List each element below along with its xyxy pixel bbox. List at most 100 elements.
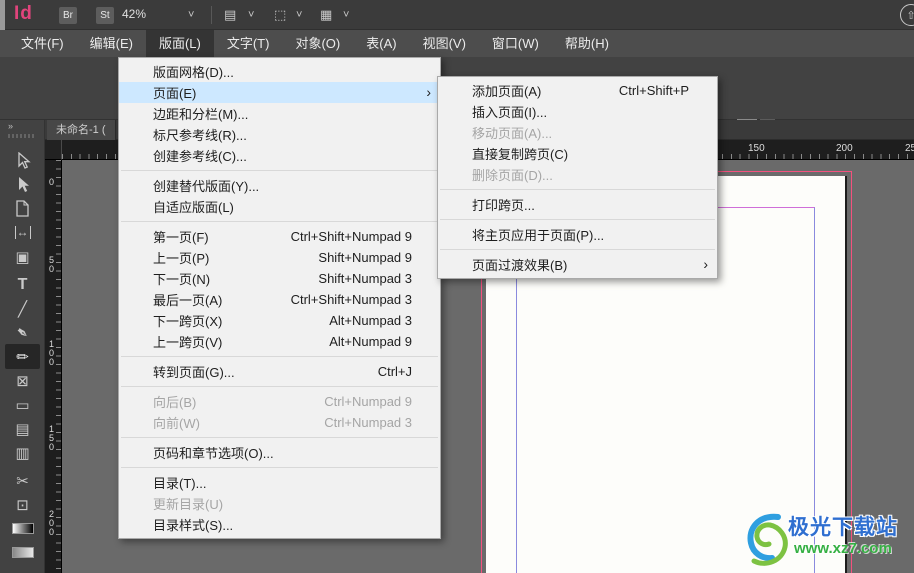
submenu-item-page-transitions[interactable]: 页面过渡效果(B) › [438,254,717,275]
gap-tool[interactable]: ↔ [5,220,40,245]
tools-panel-grip[interactable] [8,134,36,138]
v-ruler-label: 200 [48,509,54,537]
arrange-documents-icon[interactable]: ▦ [320,7,332,23]
menu-separator [121,437,438,438]
submenu-item-insert-pages[interactable]: 插入页面(I)... [438,101,717,122]
document-tab[interactable]: 未命名-1 ( [47,120,116,140]
line-tool[interactable]: ╱ [5,296,40,321]
v-ruler-label: 150 [48,424,54,452]
tools-panel: » ↔ ▣ T ╱ ✒ ✏ ⊠ ▭ ▤ ▥ ✂ ⊡ [0,120,45,573]
v-ruler-label: 0 [48,177,54,187]
menu-item-go-to-page[interactable]: 转到页面(G)... Ctrl+J [119,361,440,382]
menu-separator [440,249,715,250]
menu-item-layout-grid[interactable]: 版面网格(D)... [119,61,440,82]
menu-item-previous-spread[interactable]: 上一跨页(V) Alt+Numpad 9 [119,331,440,352]
menu-separator [121,356,438,357]
toolbar-divider [211,6,212,24]
submenu-item-delete-pages[interactable]: 删除页面(D)... [438,164,717,185]
menu-item-create-guides[interactable]: 创建参考线(C)... [119,145,440,166]
content-collector-tool[interactable]: ▣ [5,244,40,269]
v-ruler-label: 50 [48,255,54,274]
menu-separator [440,219,715,220]
gradient-feather-tool[interactable] [5,540,40,565]
menu-type[interactable]: 文字(T) [214,30,283,57]
submenu-item-move-pages[interactable]: 移动页面(A)... [438,122,717,143]
rectangle-tool[interactable]: ▭ [5,392,40,417]
menubar: 文件(F) 编辑(E) 版面(L) 文字(T) 对象(O) 表(A) 视图(V)… [0,30,914,57]
galaxy-swirl-logo-icon [747,513,788,566]
page-tool[interactable] [5,196,40,221]
submenu-item-duplicate-spread[interactable]: 直接复制跨页(C) [438,143,717,164]
submenu-arrow-icon: › [426,84,431,100]
menu-item-liquid-layout[interactable]: 自适应版面(L) [119,196,440,217]
menu-item-ruler-guides[interactable]: 标尺参考线(R)... [119,124,440,145]
note-tool[interactable]: ▬ [5,564,40,573]
submenu-item-print-spread[interactable]: 打印跨页... [438,194,717,215]
menu-view[interactable]: 视图(V) [410,30,479,57]
menu-item-numbering-section-options[interactable]: 页码和章节选项(O)... [119,442,440,463]
menu-item-table-of-contents-styles[interactable]: 目录样式(S)... [119,514,440,535]
menu-separator [440,189,715,190]
pages-submenu-popup: 添加页面(A) Ctrl+Shift+P 插入页面(I)... 移动页面(A).… [437,76,718,279]
menu-edit[interactable]: 编辑(E) [77,30,146,57]
menu-item-create-alternate-layout[interactable]: 创建替代版面(Y)... [119,175,440,196]
app-bar: Id Br St 42% ˅ ▤ ˅ ⬚ ˅ ▦ ˅ ⇧ [0,0,914,30]
menu-item-update-table-of-contents[interactable]: 更新目录(U) [119,493,440,514]
pencil-tool[interactable]: ✏ [5,344,40,369]
menu-item-table-of-contents[interactable]: 目录(T)... [119,472,440,493]
menu-window[interactable]: 窗口(W) [479,30,552,57]
menu-item-next-page[interactable]: 下一页(N) Shift+Numpad 3 [119,268,440,289]
direct-selection-tool[interactable] [5,172,40,197]
menu-table[interactable]: 表(A) [353,30,409,57]
selection-tool[interactable] [5,148,40,173]
gradient-swatch-tool[interactable] [5,516,40,541]
indesign-window: Id Br St 42% ˅ ▤ ˅ ⬚ ˅ ▦ ˅ ⇧ 文件(F) 编辑(E)… [0,0,914,573]
pen-tool[interactable]: ✒ [5,320,40,345]
menu-layout[interactable]: 版面(L) [145,30,214,57]
menu-item-pages[interactable]: 页面(E) › [119,82,440,103]
vertical-ruler-ticks [56,160,61,573]
v-ruler-label: 100 [48,339,54,367]
indesign-logo: Id [14,3,33,24]
screen-mode-chevron-icon[interactable]: ˅ [296,9,302,21]
menu-file[interactable]: 文件(F) [8,30,77,57]
menu-separator [121,221,438,222]
frame-tool[interactable]: ⊠ [5,368,40,393]
expand-panel-icon[interactable]: » [8,121,13,131]
menu-separator [121,467,438,468]
submenu-arrow-icon: › [703,256,708,272]
menu-item-first-page[interactable]: 第一页(F) Ctrl+Shift+Numpad 9 [119,226,440,247]
menu-item-next-spread[interactable]: 下一跨页(X) Alt+Numpad 3 [119,310,440,331]
view-options-chevron-icon[interactable]: ˅ [248,9,254,21]
submenu-item-apply-master-to-pages[interactable]: 将主页应用于页面(P)... [438,224,717,245]
layout-menu-popup: 版面网格(D)... 页面(E) › 边距和分栏(M)... 标尺参考线(R).… [118,57,441,539]
watermark-title: 极光下载站 [788,516,898,539]
watermark: 极光下载站 www.xz7.com [742,507,914,571]
menu-help[interactable]: 帮助(H) [552,30,622,57]
menu-item-go-back[interactable]: 向后(B) Ctrl+Numpad 9 [119,391,440,412]
view-options-icon[interactable]: ▤ [224,7,236,23]
zoom-level-value[interactable]: 42% [122,7,146,21]
menu-separator [121,386,438,387]
menu-separator [121,170,438,171]
menu-object[interactable]: 对象(O) [282,30,353,57]
menu-item-margins-columns[interactable]: 边距和分栏(M)... [119,103,440,124]
share-icon[interactable]: ⇧ [900,4,914,26]
vertical-ruler[interactable]: 0 50 100 150 200 [45,160,62,573]
submenu-item-add-page[interactable]: 添加页面(A) Ctrl+Shift+P [438,80,717,101]
stock-button[interactable]: St [96,7,114,24]
ruler-origin-box[interactable] [45,140,62,160]
bridge-button[interactable]: Br [59,7,77,24]
arrange-documents-chevron-icon[interactable]: ˅ [343,9,349,21]
menu-item-previous-page[interactable]: 上一页(P) Shift+Numpad 9 [119,247,440,268]
menu-item-last-page[interactable]: 最后一页(A) Ctrl+Shift+Numpad 3 [119,289,440,310]
vertical-grid-tool[interactable]: ▥ [5,440,40,465]
screen-mode-icon[interactable]: ⬚ [274,7,286,23]
scissors-tool[interactable]: ✂ [5,468,40,493]
horizontal-grid-tool[interactable]: ▤ [5,416,40,441]
type-tool[interactable]: T [5,272,40,297]
h-ruler-label: 150 [748,143,765,154]
menu-item-go-forward[interactable]: 向前(W) Ctrl+Numpad 3 [119,412,440,433]
zoom-dropdown-chevron-icon[interactable]: ˅ [188,9,194,21]
free-transform-tool[interactable]: ⊡ [5,492,40,517]
